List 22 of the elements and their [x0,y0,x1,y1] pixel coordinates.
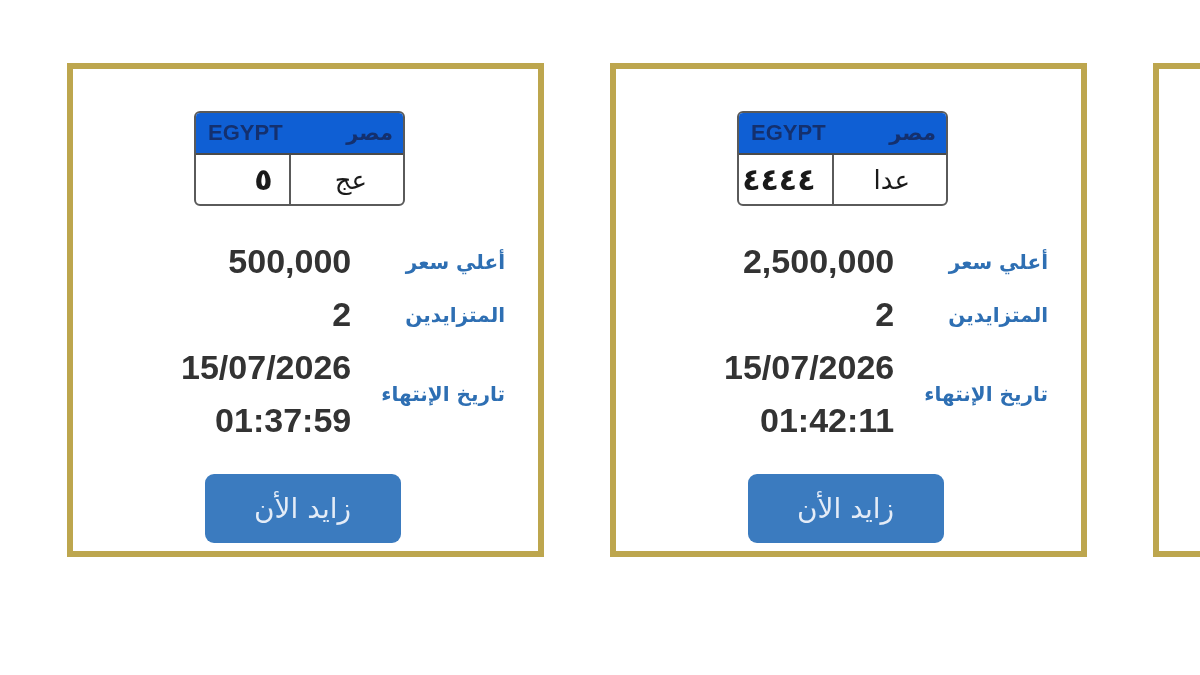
field-value: 15/07/2026 01:42:11 [723,347,895,441]
plate-number: ٤٤٤٤ [739,155,834,204]
plate-country-text: مصر [346,121,393,145]
plate-country-text: EGYPT [208,120,283,146]
field-value: 500,000 [228,241,352,282]
field-label: أعلي سعر [948,249,1048,274]
bid-button[interactable]: زايد الأن [204,474,401,543]
field-label: أعلي سعر [405,249,505,274]
field-label: المتزايدين [948,302,1048,327]
plate-number: ٥ [196,155,291,204]
plate-letters: عدا [872,163,911,197]
field-value: 2,500,000 [742,241,895,282]
field-value: 15/07/2026 01:37:59 [180,347,352,441]
plate-country-text: EGYPT [751,120,826,146]
field-label: المتزايدين [405,302,505,327]
plate-letters: عج [333,163,368,197]
field-label: تاريخ الإنتهاء [381,382,505,406]
field-value: 2 [875,294,895,335]
field-value: 2 [332,294,352,335]
bid-button[interactable]: زايد الأن [747,474,944,543]
field-label: تاريخ الإنتهاء [924,382,1048,406]
plate-country-text: مصر [889,121,936,145]
